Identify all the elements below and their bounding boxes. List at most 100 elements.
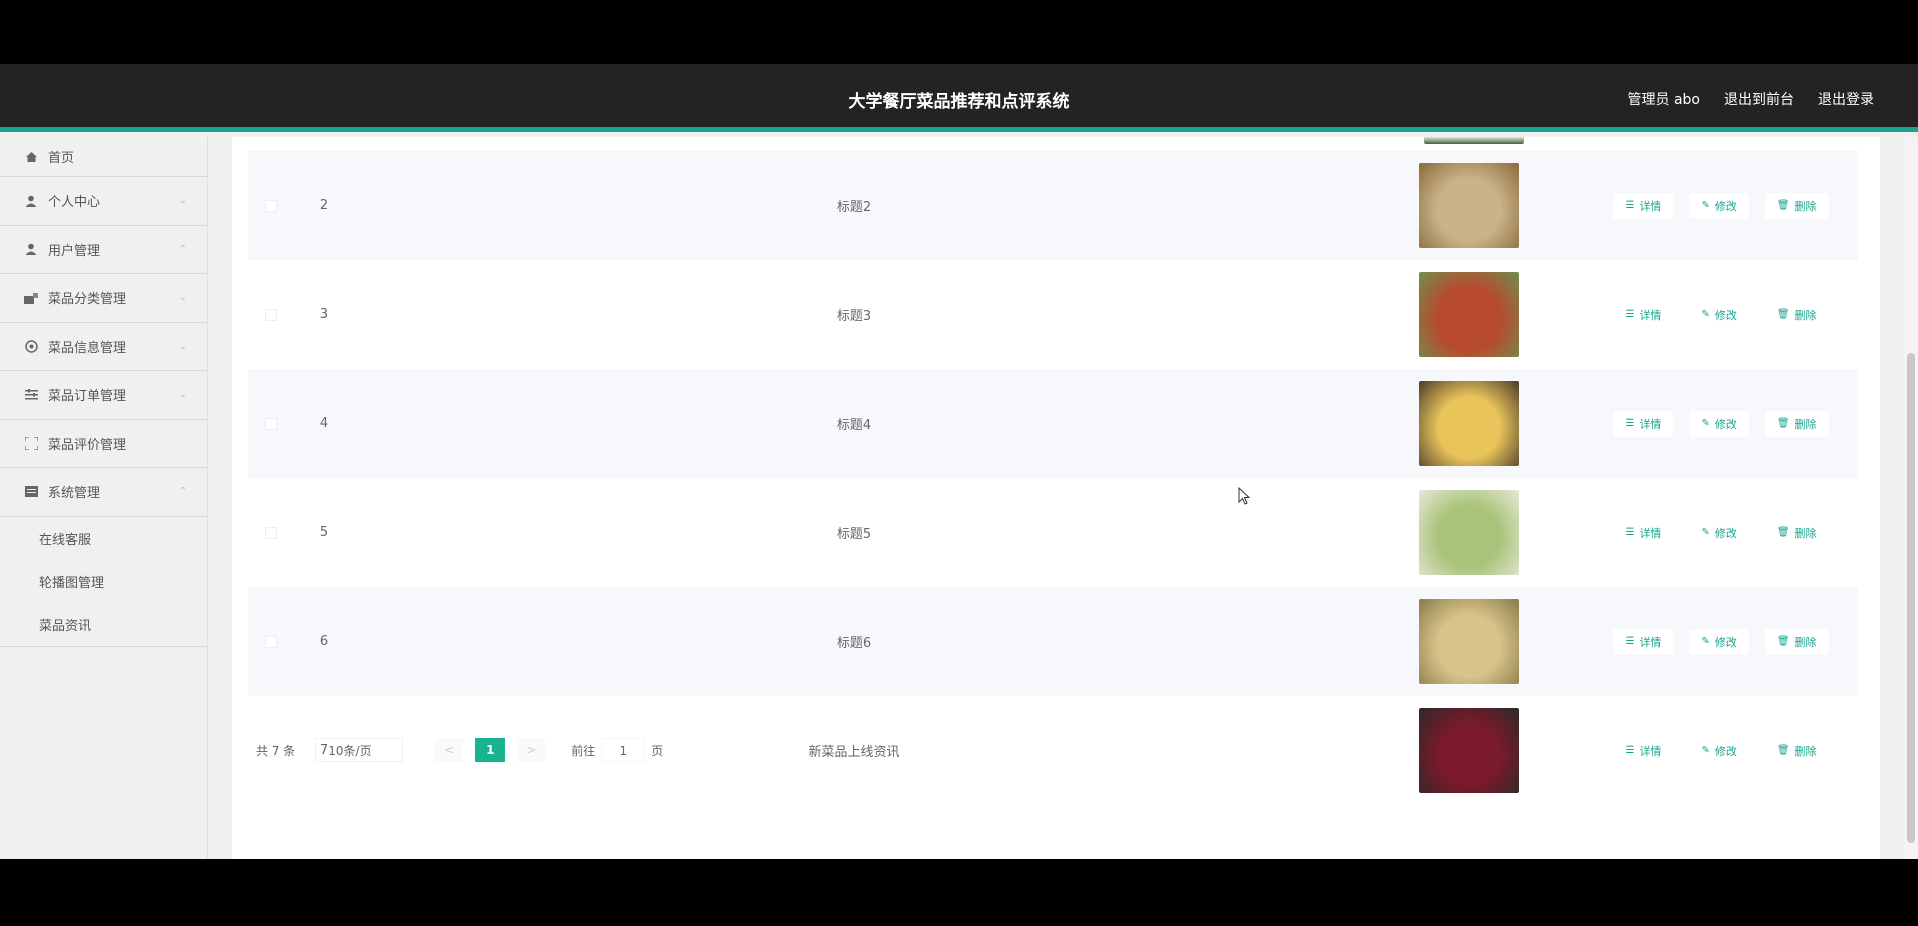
row-checkbox-cell (248, 417, 294, 430)
scrollbar-thumb[interactable] (1907, 353, 1915, 843)
delete-label: 删除 (1794, 417, 1817, 431)
edit-button[interactable]: ✎ 修改 (1689, 628, 1749, 655)
page-size-select[interactable]: 10条/页 (315, 738, 404, 762)
list-icon: ☰ (1625, 309, 1635, 320)
detail-button[interactable]: ☰ 详情 (1613, 737, 1674, 764)
pagination: 共 7 条 10条/页 < 1 > 前往 1 页 (256, 738, 663, 762)
row-title: 标题3 (836, 309, 872, 324)
edit-button[interactable]: ✎ 修改 (1689, 519, 1749, 546)
submenu-item-online-service[interactable]: 在线客服 (0, 517, 207, 560)
pencil-icon: ✎ (1701, 200, 1710, 211)
table-row: 4 标题4 ☰ 详情 ✎ 修改 🗑︎ 删除 (248, 369, 1858, 478)
edit-button[interactable]: ✎ 修改 (1689, 192, 1749, 219)
detail-button[interactable]: ☰ 详情 (1613, 519, 1674, 546)
delete-button[interactable]: 🗑︎ 删除 (1764, 519, 1829, 546)
edit-label: 修改 (1714, 744, 1737, 758)
edit-label: 修改 (1714, 199, 1737, 213)
row-checkbox-cell (248, 635, 294, 648)
dish-thumbnail (1419, 381, 1519, 466)
detail-label: 详情 (1639, 635, 1662, 649)
goto-page-input[interactable]: 1 (601, 738, 646, 762)
detail-button[interactable]: ☰ 详情 (1613, 301, 1674, 328)
sidebar-item-home[interactable]: 首页 (0, 137, 207, 177)
row-image-cell (1354, 163, 1584, 248)
row-checkbox[interactable] (265, 417, 277, 430)
delete-label: 删除 (1794, 744, 1817, 758)
sidebar-item-dish-reviews[interactable]: 菜品评价管理 (0, 420, 207, 468)
row-checkbox[interactable] (265, 308, 277, 321)
row-checkbox-cell (248, 526, 294, 539)
pencil-icon: ✎ (1701, 309, 1710, 320)
sidebar-item-personal-center[interactable]: 个人中心 ⌄ (0, 177, 207, 226)
row-actions: ☰ 详情 ✎ 修改 🗑︎ 删除 (1584, 192, 1858, 219)
sidebar-item-label: 系统管理 (48, 486, 101, 502)
row-index: 2 (319, 198, 329, 213)
vertical-scrollbar[interactable] (1904, 137, 1918, 859)
row-checkbox-cell (248, 308, 294, 321)
row-actions: ☰ 详情 ✎ 修改 🗑︎ 删除 (1584, 737, 1858, 764)
detail-label: 详情 (1639, 199, 1662, 213)
sidebar-item-label: 菜品信息管理 (48, 340, 127, 356)
sidebar-item-label: 菜品订单管理 (48, 389, 127, 405)
table-row: 6 标题6 ☰ 详情 ✎ 修改 🗑︎ 删除 (248, 587, 1858, 696)
delete-button[interactable]: 🗑︎ 删除 (1764, 737, 1829, 764)
submenu-item-dish-news[interactable]: 菜品资讯 (0, 603, 207, 646)
detail-button[interactable]: ☰ 详情 (1613, 192, 1674, 219)
goto-label: 前往 (571, 743, 596, 758)
dish-thumbnail (1419, 708, 1519, 793)
chevron-down-icon: ⌄ (178, 389, 187, 401)
sidebar-item-system-management[interactable]: 系统管理 ⌃ (0, 468, 207, 517)
dish-thumbnail (1419, 599, 1519, 684)
edit-button[interactable]: ✎ 修改 (1689, 301, 1749, 328)
pager-total: 共 7 条 (256, 743, 296, 758)
sidebar-item-label: 用户管理 (48, 243, 101, 259)
next-page-button[interactable]: > (517, 738, 546, 762)
trash-icon: 🗑︎ (1776, 636, 1790, 647)
delete-button[interactable]: 🗑︎ 删除 (1764, 301, 1829, 328)
delete-label: 删除 (1794, 199, 1817, 213)
submenu-item-carousel[interactable]: 轮播图管理 (0, 560, 207, 603)
detail-label: 详情 (1639, 417, 1662, 431)
sidebar-item-dish-info[interactable]: 菜品信息管理 ⌄ (0, 323, 207, 371)
table-row: 2 标题2 ☰ 详情 ✎ 修改 🗑︎ 删除 (248, 151, 1858, 260)
detail-button[interactable]: ☰ 详情 (1613, 628, 1674, 655)
chevron-down-icon: ⌄ (178, 292, 187, 304)
delete-label: 删除 (1794, 526, 1817, 540)
detail-label: 详情 (1639, 308, 1662, 322)
pencil-icon: ✎ (1701, 418, 1710, 429)
edit-label: 修改 (1714, 526, 1737, 540)
sidebar-item-dish-orders[interactable]: 菜品订单管理 ⌄ (0, 371, 207, 420)
prev-page-button[interactable]: < (435, 738, 464, 762)
detail-button[interactable]: ☰ 详情 (1613, 410, 1674, 437)
admin-user-link[interactable]: 管理员 abo (1628, 89, 1700, 109)
logout-link[interactable]: 退出登录 (1818, 89, 1874, 109)
delete-button[interactable]: 🗑︎ 删除 (1764, 192, 1829, 219)
row-index: 3 (319, 307, 329, 322)
delete-label: 删除 (1794, 635, 1817, 649)
list-icon: ☰ (1625, 527, 1635, 538)
system-submenu: 在线客服 轮播图管理 菜品资讯 (0, 517, 207, 647)
delete-button[interactable]: 🗑︎ 删除 (1764, 628, 1829, 655)
user-icon (23, 194, 39, 208)
exit-to-frontend-link[interactable]: 退出到前台 (1724, 89, 1794, 109)
delete-button[interactable]: 🗑︎ 删除 (1764, 410, 1829, 437)
detail-label: 详情 (1639, 744, 1662, 758)
row-checkbox[interactable] (265, 199, 277, 212)
row-image-cell (1354, 272, 1584, 357)
edit-button[interactable]: ✎ 修改 (1689, 410, 1749, 437)
sidebar-item-label: 菜品评价管理 (48, 437, 127, 453)
edit-button[interactable]: ✎ 修改 (1689, 737, 1749, 764)
header-links: 管理员 abo 退出到前台 退出登录 (1628, 89, 1874, 109)
letterbox-top (0, 0, 1918, 64)
chevron-down-icon: ⌄ (178, 195, 187, 207)
table-row: 5 标题5 ☰ 详情 ✎ 修改 🗑︎ 删除 (248, 478, 1858, 587)
list-icon: ☰ (1625, 200, 1635, 211)
chevron-up-icon: ⌃ (178, 243, 187, 255)
row-title: 标题6 (836, 636, 872, 651)
row-checkbox[interactable] (265, 635, 277, 648)
sidebar-item-user-management[interactable]: 用户管理 ⌃ (0, 226, 207, 274)
dish-thumbnail (1419, 272, 1519, 357)
sidebar-item-dish-category[interactable]: 菜品分类管理 ⌄ (0, 274, 207, 323)
page-number-current[interactable]: 1 (475, 738, 506, 762)
row-checkbox[interactable] (265, 526, 277, 539)
